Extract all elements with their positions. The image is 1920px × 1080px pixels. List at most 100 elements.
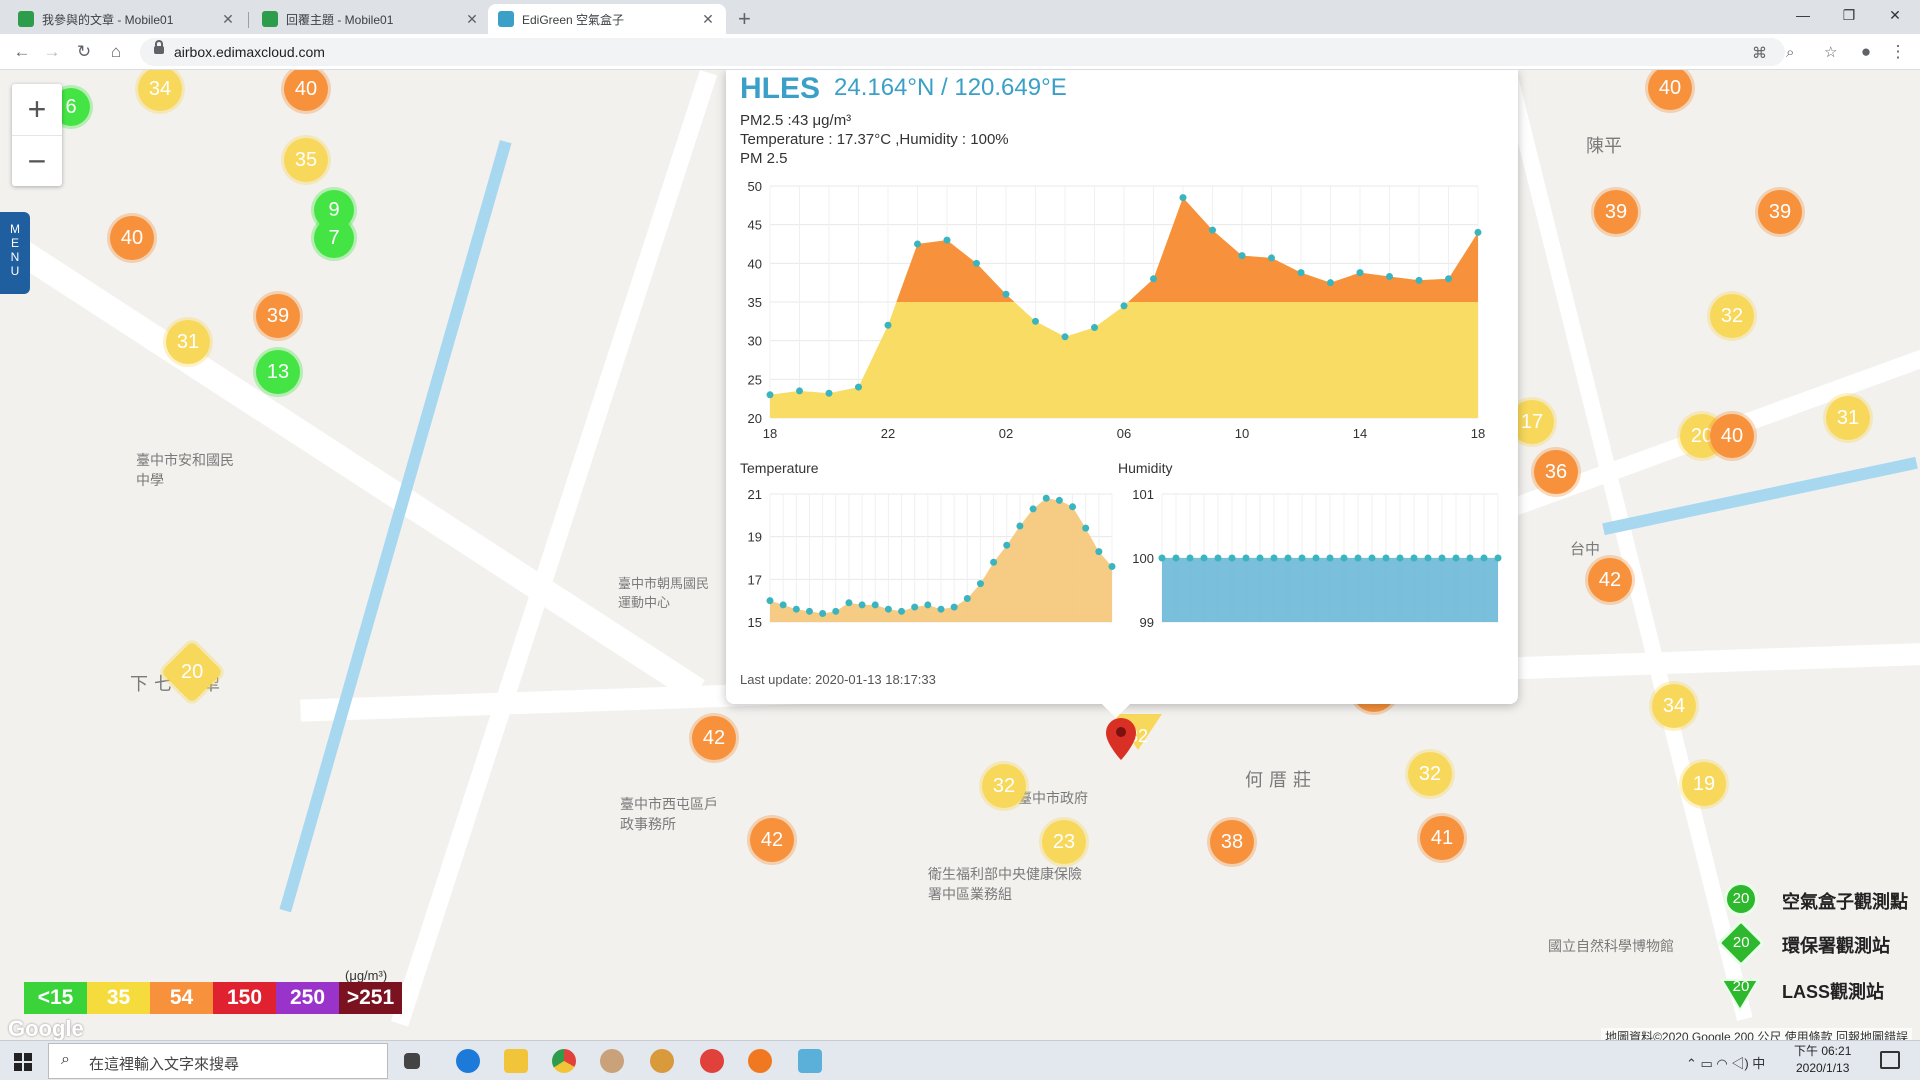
data-point <box>914 240 921 248</box>
file-explorer-icon[interactable] <box>504 1049 528 1073</box>
translate-icon[interactable]: ⌘ <box>1752 44 1767 62</box>
y-tick-label: 20 <box>748 411 762 426</box>
data-point <box>1069 503 1077 511</box>
system-clock[interactable]: 下午 06:21 2020/1/13 <box>1794 1043 1851 1077</box>
pm-color-legend: <15 35 54 150 250 >251 <box>24 982 402 1014</box>
back-arrow-icon[interactable]: ← <box>10 40 34 64</box>
task-view-icon[interactable] <box>404 1053 420 1069</box>
data-point <box>937 605 945 613</box>
data-point <box>845 599 853 607</box>
sensor-marker[interactable]: 35 <box>284 138 328 182</box>
sensor-marker[interactable]: 39 <box>1758 190 1802 234</box>
map-canvas[interactable]: 下七張犁 何厝莊 臺中市政府 臺中市西屯區戶政事務所 臺中市朝馬國民運動中心 臺… <box>0 70 1920 1040</box>
tab-my-articles[interactable]: 我參與的文章 - Mobile01 ✕ <box>8 4 246 34</box>
sensor-marker[interactable]: 7 <box>314 218 354 258</box>
notification-icon[interactable] <box>1880 1051 1900 1069</box>
sensor-marker[interactable]: 36 <box>1534 450 1578 494</box>
sensor-marker[interactable]: 40 <box>284 70 328 111</box>
y-tick-label: 17 <box>748 572 762 587</box>
data-point <box>1082 524 1090 532</box>
highway-road <box>0 190 705 702</box>
data-point <box>1356 269 1364 277</box>
data-point <box>1179 194 1187 202</box>
mobile01-favicon-icon <box>18 11 34 27</box>
humidity-chart-title: Humidity <box>1118 460 1173 476</box>
windows-start-icon[interactable] <box>14 1053 32 1071</box>
reload-icon[interactable]: ↻ <box>72 40 96 64</box>
home-icon[interactable]: ⌂ <box>104 40 128 64</box>
data-point <box>1452 554 1460 562</box>
new-tab-button[interactable]: + <box>738 8 751 30</box>
data-point <box>1186 554 1194 562</box>
sensor-marker[interactable]: 31 <box>1826 396 1870 440</box>
data-point <box>796 387 803 395</box>
x-tick-label: 10 <box>1235 426 1249 441</box>
data-point <box>976 580 984 588</box>
bookmark-star-icon[interactable]: ☆ <box>1824 43 1837 61</box>
sensor-marker[interactable]: 39 <box>1594 190 1638 234</box>
app-icon[interactable] <box>700 1049 724 1073</box>
restore-button[interactable]: ❐ <box>1826 4 1872 30</box>
edge-browser-icon[interactable] <box>456 1049 480 1073</box>
forward-arrow-icon[interactable]: → <box>40 40 64 64</box>
search-placeholder: 在這裡輸入文字來搜尋 <box>89 1056 240 1073</box>
sensor-marker[interactable]: 34 <box>138 70 182 111</box>
data-point <box>1270 554 1278 562</box>
lass-station-label[interactable]: LASS觀測站 <box>1782 978 1884 1004</box>
station-info-popup: HLES 24.164°N / 120.649°E PM2.5 :43 μg/m… <box>726 70 1518 718</box>
sensor-marker[interactable]: 34 <box>1652 684 1696 728</box>
map-attribution[interactable]: 地圖資料©2020 Google 200 公尺 使用條款 回報地圖錯誤 <box>1601 1028 1912 1040</box>
sensor-marker[interactable]: 32 <box>982 764 1026 808</box>
epa-station-label[interactable]: 環保署觀測站 <box>1782 932 1890 958</box>
x-tick-label: 22 <box>881 426 895 441</box>
system-tray-icons[interactable]: ⌃ ▭ ◠ ◁) 中 <box>1686 1053 1765 1072</box>
sensor-marker[interactable]: 40 <box>1710 414 1754 458</box>
chrome-icon[interactable] <box>552 1049 576 1073</box>
sensor-marker[interactable]: 39 <box>256 294 300 338</box>
edigreen-favicon-icon <box>498 11 514 27</box>
airbox-station-label[interactable]: 空氣盒子觀測點 <box>1782 888 1908 914</box>
sensor-marker[interactable]: 19 <box>1682 762 1726 806</box>
sensor-marker[interactable]: 40 <box>110 216 154 260</box>
sensor-marker[interactable]: 42 <box>692 716 736 760</box>
close-window-button[interactable]: ✕ <box>1872 4 1918 30</box>
app-icon[interactable] <box>600 1049 624 1073</box>
profile-avatar-icon[interactable]: ● <box>1854 40 1878 64</box>
data-point <box>1386 272 1393 280</box>
sensor-marker[interactable]: 31 <box>166 320 210 364</box>
menu-dots-icon[interactable]: ⋮ <box>1886 40 1910 64</box>
taskbar-search-box[interactable]: ⌕ 在這裡輸入文字來搜尋 <box>48 1043 388 1079</box>
menu-tab[interactable]: MENU <box>0 212 30 294</box>
data-point <box>1382 554 1390 562</box>
address-bar[interactable]: airbox.edimaxcloud.com ⌘ ⌕ ☆ <box>140 38 1837 66</box>
tab-edigreen[interactable]: EdiGreen 空氣盒子 ✕ <box>488 4 726 34</box>
sensor-marker[interactable]: 42 <box>750 818 794 862</box>
sensor-marker[interactable]: 40 <box>1648 70 1692 110</box>
sensor-marker[interactable]: 42 <box>1588 558 1632 602</box>
close-tab-icon[interactable]: ✕ <box>700 11 716 28</box>
sensor-marker[interactable]: 23 <box>1042 820 1086 864</box>
pm25-chart: 20 25 30 35 40 45 50 18 22 02 06 10 14 18 <box>748 179 1486 441</box>
close-tab-icon[interactable]: ✕ <box>464 11 480 28</box>
app-icon[interactable] <box>650 1049 674 1073</box>
close-tab-icon[interactable]: ✕ <box>220 11 236 28</box>
zoom-out-button[interactable]: − <box>12 135 62 186</box>
minimize-button[interactable]: — <box>1780 4 1826 30</box>
zoom-in-button[interactable]: + <box>12 84 62 135</box>
app-icon[interactable] <box>798 1049 822 1073</box>
data-point <box>1042 494 1050 502</box>
sensor-marker[interactable]: 13 <box>256 350 300 394</box>
data-point <box>871 601 879 609</box>
sensor-marker[interactable]: 32 <box>1408 752 1452 796</box>
y-tick-label: 45 <box>748 218 762 233</box>
data-point <box>1120 302 1128 310</box>
sensor-marker[interactable]: 38 <box>1210 820 1254 864</box>
sensor-marker[interactable]: 41 <box>1420 816 1464 860</box>
sensor-marker[interactable]: 32 <box>1710 294 1754 338</box>
legend-bin: 54 <box>150 982 213 1014</box>
app-icon[interactable] <box>748 1049 772 1073</box>
zoom-icon[interactable]: ⌕ <box>1786 44 1794 61</box>
tab-reply-topic[interactable]: 回覆主題 - Mobile01 ✕ <box>252 4 490 34</box>
data-point <box>1242 554 1250 562</box>
legend-bin: 35 <box>87 982 150 1014</box>
